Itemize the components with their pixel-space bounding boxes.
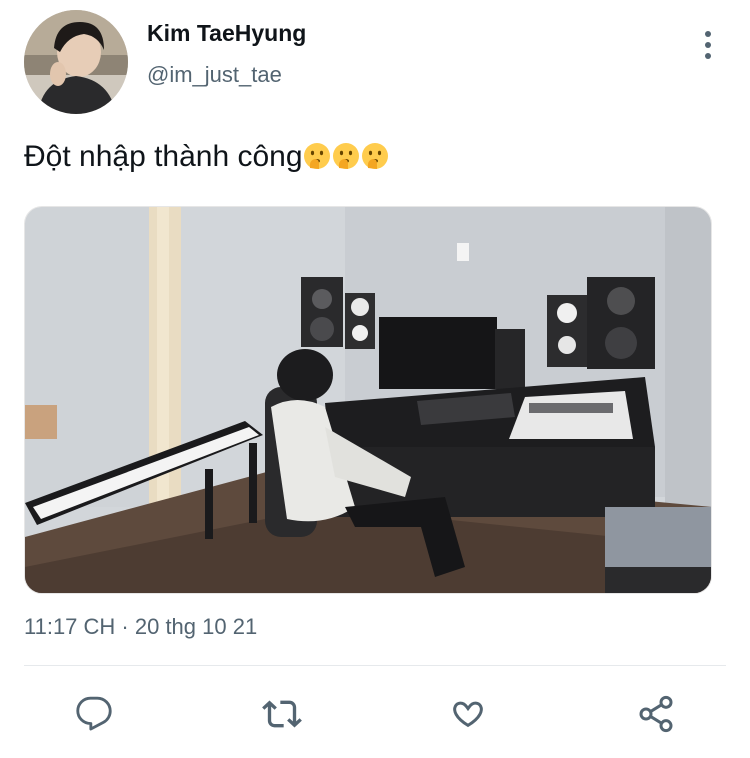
shushing-face-emoji-icon	[303, 143, 330, 169]
tweet-text: Đột nhập thành công	[24, 140, 390, 174]
reply-icon	[76, 696, 112, 731]
display-name[interactable]: Kim TaeHyung	[147, 20, 306, 47]
more-dot	[705, 31, 711, 37]
action-bar	[0, 690, 750, 740]
more-options-icon[interactable]	[694, 28, 722, 62]
shushing-face-emoji-icon	[361, 143, 388, 169]
retweet-icon	[262, 700, 302, 728]
shushing-face-emoji-icon	[332, 143, 359, 169]
like-button[interactable]	[444, 690, 492, 738]
more-dot	[705, 42, 711, 48]
avatar[interactable]	[24, 10, 128, 114]
share-icon	[639, 695, 673, 733]
more-dot	[705, 53, 711, 59]
like-icon	[453, 701, 483, 728]
user-handle[interactable]: @im_just_tae	[147, 62, 282, 88]
share-button[interactable]	[632, 690, 680, 738]
music-studio-photo-icon	[25, 207, 711, 593]
divider	[24, 665, 726, 666]
tweet-photo[interactable]	[24, 206, 712, 594]
reply-button[interactable]	[70, 690, 118, 738]
retweet-button[interactable]	[258, 690, 306, 738]
tweet-timestamp[interactable]: 11:17 CH · 20 thg 10 21	[24, 614, 257, 640]
avatar-image	[24, 10, 128, 114]
tweet-text-content: Đột nhập thành công	[24, 140, 303, 173]
